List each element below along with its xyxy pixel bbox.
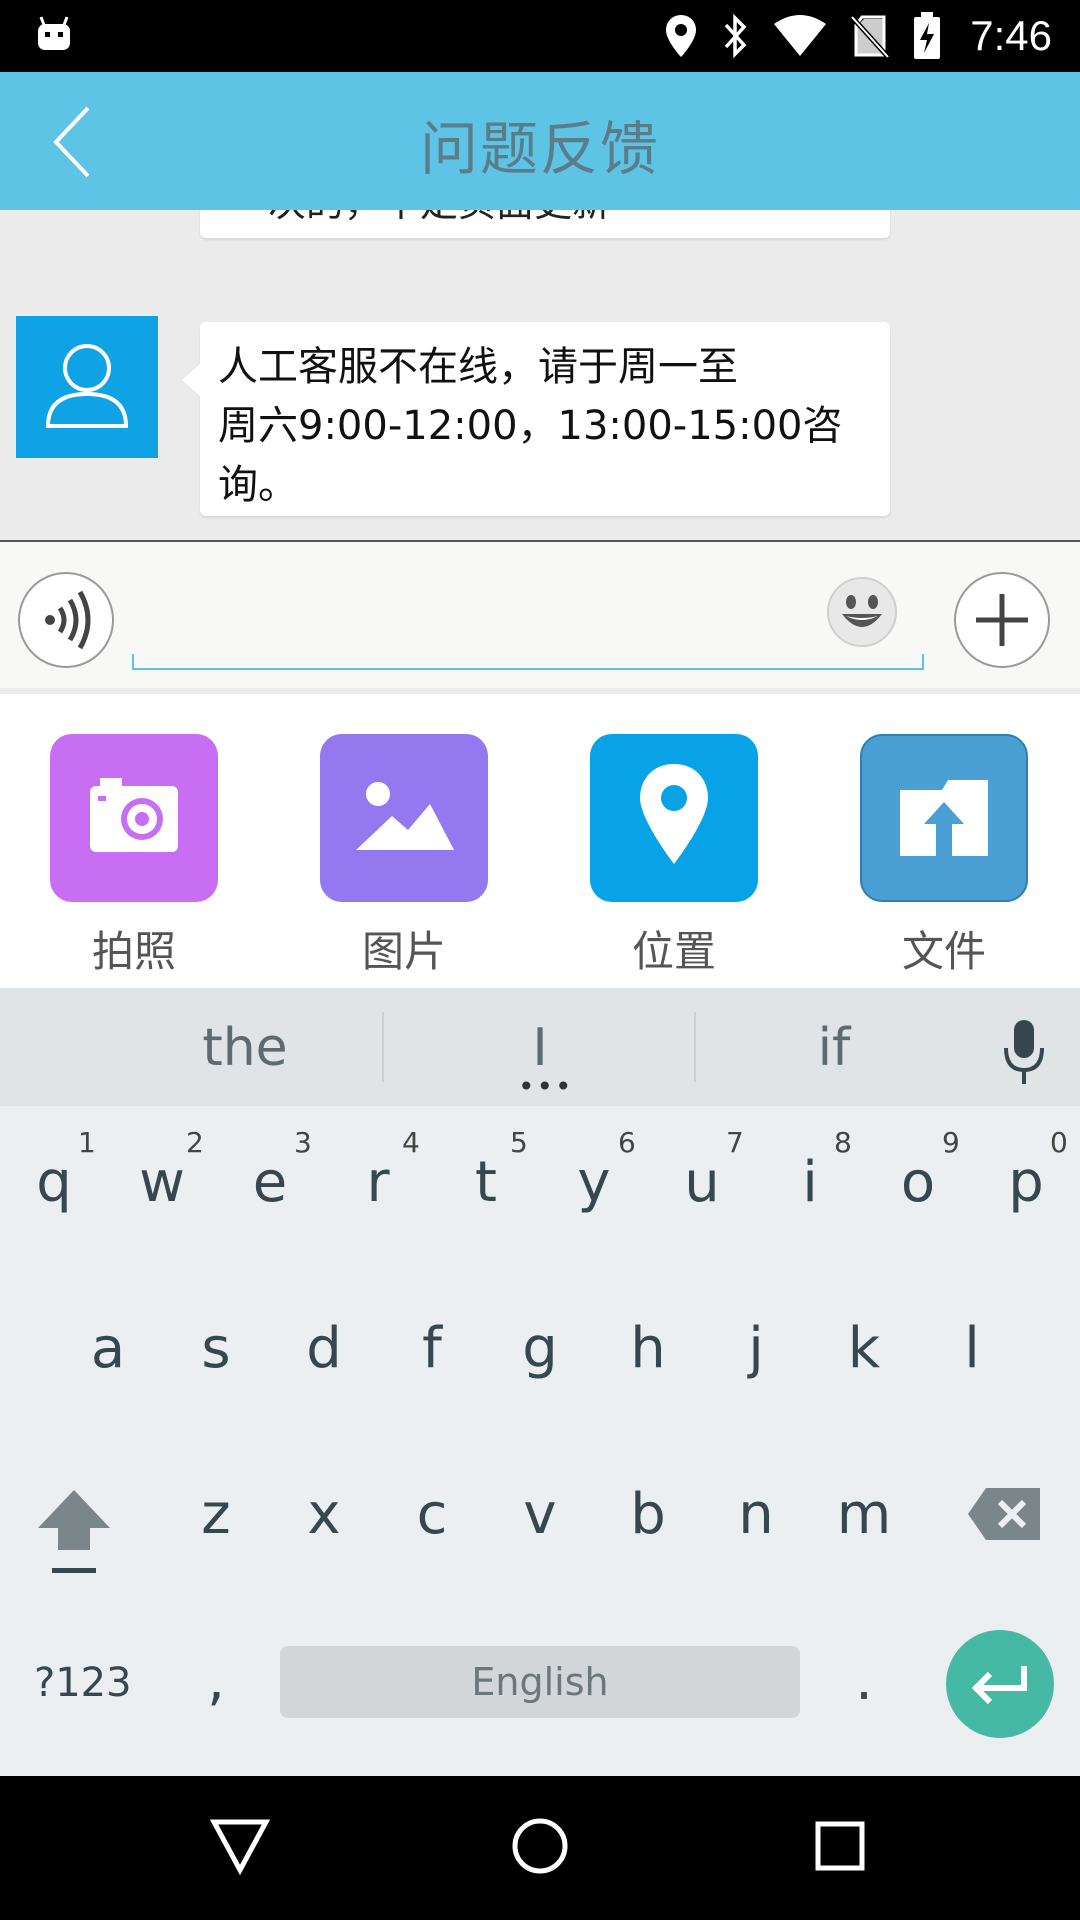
input-edge-left — [132, 654, 134, 670]
attach-camera-label: 拍照 — [91, 927, 176, 976]
input-edge-right — [922, 654, 924, 670]
voice-icon — [45, 590, 91, 650]
location-icon — [666, 15, 697, 57]
recents-nav-icon[interactable] — [810, 1816, 870, 1876]
shift-icon[interactable] — [34, 1484, 114, 1580]
chat-area[interactable]: 一次的，不定页面更新 人工客服不在线，请于周一至 周六9:00-12:00，13… — [0, 210, 1080, 540]
status-time: 7:46 — [970, 12, 1052, 59]
key-y[interactable]: y — [544, 1150, 644, 1215]
symbols-key[interactable]: ?123 — [34, 1660, 132, 1706]
key-r[interactable]: r — [328, 1150, 428, 1215]
key-o[interactable]: o — [868, 1150, 968, 1215]
message-line-1: 人工客服不在线，请于周一至 — [218, 344, 738, 390]
android-debug-icon — [38, 16, 70, 50]
key-l[interactable]: l — [922, 1316, 1022, 1381]
wifi-icon — [774, 15, 827, 56]
key-x[interactable]: x — [274, 1482, 374, 1547]
page-title: 问题反馈 — [419, 115, 660, 183]
suggestion-3[interactable]: if — [684, 1018, 984, 1078]
message-bubble[interactable]: 人工客服不在线，请于周一至 周六9:00-12:00，13:00-15:00咨 … — [182, 322, 890, 516]
previous-message-text: 一次的，不定页面更新 — [230, 210, 610, 227]
key-q[interactable]: q — [4, 1150, 104, 1215]
bluetooth-icon — [724, 13, 747, 59]
attach-file[interactable]: 文件 — [860, 734, 1028, 979]
key-a[interactable]: a — [58, 1316, 158, 1381]
previous-message-bubble: 一次的，不定页面更新 — [200, 210, 890, 238]
key-u[interactable]: u — [652, 1150, 752, 1215]
home-nav-icon[interactable] — [510, 1816, 570, 1876]
suggestion-2[interactable]: I — [390, 1018, 690, 1078]
attachment-panel: 拍照 图片 位置 文件 — [0, 688, 1080, 988]
key-k[interactable]: k — [814, 1316, 914, 1381]
more-suggestions-dots: ••• — [518, 1070, 574, 1103]
key-f[interactable]: f — [382, 1316, 482, 1381]
key-t[interactable]: t — [436, 1150, 536, 1215]
suggestion-1[interactable]: the — [95, 1018, 395, 1078]
attach-location-label: 位置 — [631, 927, 716, 976]
input-bar — [0, 540, 1080, 688]
attach-image[interactable]: 图片 — [320, 734, 488, 979]
attach-camera[interactable]: 拍照 — [50, 734, 218, 979]
key-m[interactable]: m — [814, 1482, 914, 1547]
space-bar[interactable]: English — [280, 1646, 800, 1718]
enter-button[interactable] — [946, 1630, 1054, 1738]
key-n[interactable]: n — [706, 1482, 806, 1547]
attach-image-tile[interactable] — [320, 734, 488, 902]
battery-charging-icon — [914, 12, 941, 59]
suggestion-divider — [382, 1012, 384, 1082]
key-p[interactable]: p — [976, 1150, 1076, 1215]
key-comma[interactable]: , — [166, 1648, 266, 1713]
message-line-3: 询。 — [218, 462, 298, 508]
key-w[interactable]: w — [112, 1150, 212, 1215]
key-s[interactable]: s — [166, 1316, 266, 1381]
key-g[interactable]: g — [490, 1316, 590, 1381]
key-d[interactable]: d — [274, 1316, 374, 1381]
location-pin-icon — [640, 764, 708, 864]
backspace-icon[interactable] — [966, 1486, 1042, 1542]
key-c[interactable]: c — [382, 1482, 482, 1547]
attach-location-tile[interactable] — [590, 734, 758, 902]
file-upload-icon — [900, 780, 988, 856]
key-i[interactable]: i — [760, 1150, 860, 1215]
emoji-icon[interactable] — [826, 576, 898, 648]
status-bar: 7:46 — [0, 0, 1080, 72]
keyboard: the I ••• if 1 2 3 4 5 6 7 8 9 0 q w e r… — [0, 988, 1080, 1776]
attach-file-tile[interactable] — [860, 734, 1028, 902]
key-v[interactable]: v — [490, 1482, 590, 1547]
avatar[interactable] — [16, 316, 158, 458]
key-b[interactable]: b — [598, 1482, 698, 1547]
suggestion-strip: the I ••• if — [0, 988, 1080, 1106]
user-icon — [45, 344, 129, 428]
image-icon — [356, 782, 454, 850]
key-j[interactable]: j — [706, 1316, 806, 1381]
title-bar: 问题反馈 — [0, 72, 1080, 210]
attach-file-label: 文件 — [901, 927, 986, 976]
plus-button[interactable] — [954, 572, 1050, 668]
enter-icon — [971, 1666, 1027, 1705]
microphone-icon[interactable] — [998, 1016, 1050, 1088]
message-input[interactable] — [132, 572, 924, 670]
back-nav-icon[interactable] — [210, 1816, 270, 1876]
camera-icon — [90, 778, 178, 852]
voice-button[interactable] — [18, 572, 114, 668]
key-z[interactable]: z — [166, 1482, 266, 1547]
key-h[interactable]: h — [598, 1316, 698, 1381]
key-e[interactable]: e — [220, 1150, 320, 1215]
message-line-2: 周六9:00-12:00，13:00-15:00咨 — [218, 403, 843, 449]
key-period[interactable]: . — [814, 1648, 914, 1713]
attach-image-label: 图片 — [361, 927, 446, 976]
navigation-bar — [0, 1776, 1080, 1920]
plus-icon — [976, 594, 1028, 646]
attach-location[interactable]: 位置 — [590, 734, 758, 979]
attach-camera-tile[interactable] — [50, 734, 218, 902]
no-sim-icon — [850, 15, 891, 59]
